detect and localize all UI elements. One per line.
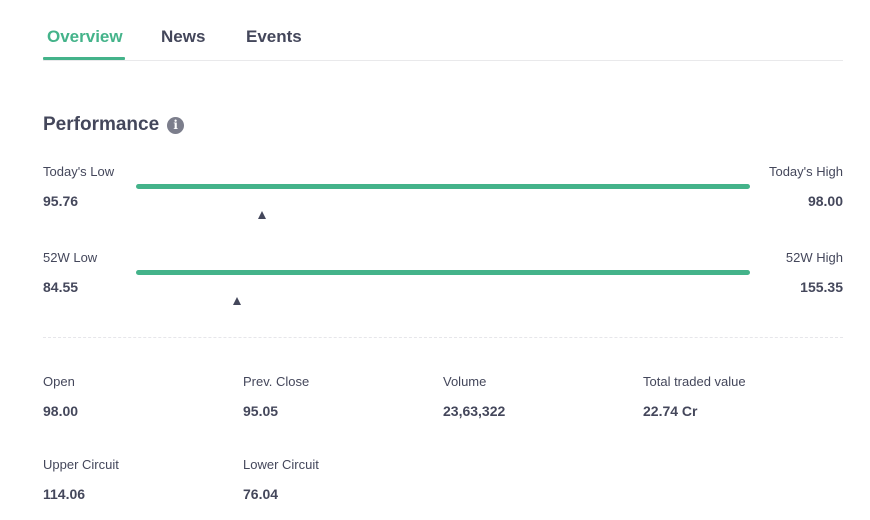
section-divider xyxy=(43,337,843,338)
todays-range-bar xyxy=(136,184,750,219)
todays-range-marker xyxy=(257,211,266,219)
stat-lower-circuit: Lower Circuit 76.04 xyxy=(243,457,443,502)
stat-value: 98.00 xyxy=(43,403,79,419)
info-icon[interactable]: i xyxy=(167,116,185,134)
stat-label: Upper Circuit xyxy=(43,457,119,472)
week52-low-value: 84.55 xyxy=(43,279,79,295)
tab-news[interactable]: News xyxy=(161,27,205,47)
week52-range: 52W Low 84.55 52W High 155.35 xyxy=(43,250,843,305)
stat-prev-close: Prev. Close 95.05 xyxy=(243,374,443,419)
stat-label: Total traded value xyxy=(643,374,746,389)
tab-bar: Overview News Events xyxy=(43,0,843,61)
todays-high-value: 98.00 xyxy=(807,193,843,209)
week52-range-marker xyxy=(233,297,242,305)
stock-overview-panel: Overview News Events Performance i Today… xyxy=(0,0,870,520)
todays-range: Today's Low 95.76 Today's High 98.00 xyxy=(43,164,843,219)
todays-low-value: 95.76 xyxy=(43,193,79,209)
stat-value: 76.04 xyxy=(243,486,279,502)
week52-high-value: 155.35 xyxy=(800,279,843,295)
stat-value: 23,63,322 xyxy=(443,403,506,419)
week52-range-bar xyxy=(136,270,750,305)
stat-value: 114.06 xyxy=(43,486,86,502)
tab-events[interactable]: Events xyxy=(246,27,302,47)
stat-label: Prev. Close xyxy=(243,374,310,389)
stat-upper-circuit: Upper Circuit 114.06 xyxy=(43,457,243,502)
stat-value: 95.05 xyxy=(243,403,279,419)
stat-label: Volume xyxy=(443,374,487,389)
todays-low-label: Today's Low xyxy=(43,164,115,179)
tab-overview[interactable]: Overview xyxy=(47,27,123,47)
stat-open: Open 98.00 xyxy=(43,374,243,419)
stat-label: Lower Circuit xyxy=(243,457,319,472)
stat-value: 22.74 Cr xyxy=(643,403,698,419)
week52-high-label: 52W High xyxy=(785,250,843,265)
stat-label: Open xyxy=(43,374,75,389)
week52-low-label: 52W Low xyxy=(43,250,98,265)
stat-volume: Volume 23,63,322 xyxy=(443,374,643,419)
todays-high-label: Today's High xyxy=(768,164,843,179)
stat-total-traded-value: Total traded value 22.74 Cr xyxy=(643,374,843,419)
performance-heading: Performance i xyxy=(43,114,185,136)
active-tab-indicator xyxy=(43,57,125,60)
performance-title: Performance xyxy=(43,114,160,135)
